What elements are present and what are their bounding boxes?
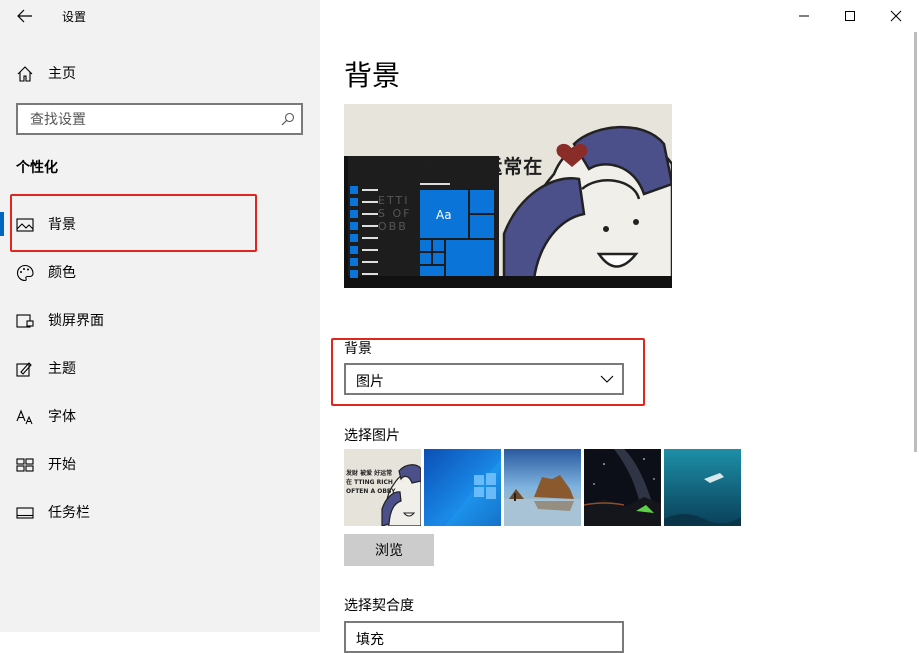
fit-dropdown[interactable]: 填充 bbox=[344, 621, 624, 653]
thumb-beach-rocks[interactable] bbox=[504, 449, 581, 526]
thumb-night-sky[interactable] bbox=[584, 449, 661, 526]
sidebar-item-label: 主题 bbox=[48, 361, 76, 377]
choose-picture-label: 选择图片 bbox=[344, 428, 400, 444]
preview-tile-text: Aa bbox=[436, 208, 452, 222]
home-icon bbox=[17, 66, 33, 82]
back-arrow-icon[interactable] bbox=[16, 7, 34, 25]
fit-dropdown-value: 填充 bbox=[356, 632, 384, 648]
preview-start-menu bbox=[350, 183, 494, 278]
font-icon bbox=[16, 409, 33, 425]
search-icon[interactable] bbox=[281, 112, 295, 126]
page-title: 背景 bbox=[344, 59, 401, 92]
preview-side-text: ETTI S OF OBB bbox=[378, 194, 412, 233]
sidebar-item-fonts[interactable]: 字体 bbox=[0, 396, 320, 436]
highlight-box-nav bbox=[10, 194, 257, 252]
thumb-windows-blue[interactable] bbox=[424, 449, 501, 526]
sidebar-item-lockscreen[interactable]: 锁屏界面 bbox=[0, 300, 320, 340]
sidebar-item-label: 颜色 bbox=[48, 265, 76, 281]
thumb-cartoon-text: 发财 被爱 好运常在 TTING RICH OFTEN A OBBY bbox=[346, 470, 396, 495]
sidebar-item-label: 锁屏界面 bbox=[48, 313, 104, 329]
sidebar-item-label: 开始 bbox=[48, 457, 76, 473]
sidebar-item-themes[interactable]: 主题 bbox=[0, 348, 320, 388]
search-box[interactable] bbox=[16, 103, 303, 135]
start-icon bbox=[16, 458, 34, 472]
thumb-windows-art bbox=[424, 449, 501, 526]
palette-icon bbox=[17, 264, 34, 282]
thumb-beach-art bbox=[504, 449, 581, 526]
brush-icon bbox=[16, 362, 32, 377]
taskbar-icon bbox=[16, 507, 34, 519]
fit-label: 选择契合度 bbox=[344, 598, 414, 614]
highlight-box-dropdown bbox=[331, 338, 645, 406]
section-title: 个性化 bbox=[16, 160, 58, 176]
app-title: 设置 bbox=[62, 10, 87, 24]
sidebar-item-taskbar[interactable]: 任务栏 bbox=[0, 492, 320, 532]
sidebar-item-colors[interactable]: 颜色 bbox=[0, 252, 320, 292]
thumb-night-art bbox=[584, 449, 661, 526]
desktop-preview: 发财 被爱 好运常在 Aa ETTI S OF OBB bbox=[344, 104, 672, 288]
close-icon[interactable] bbox=[873, 0, 919, 32]
sidebar-item-start[interactable]: 开始 bbox=[0, 444, 320, 484]
sidebar-home-label: 主页 bbox=[48, 66, 76, 82]
minimize-icon[interactable] bbox=[781, 0, 827, 32]
browse-button[interactable]: 浏览 bbox=[344, 534, 434, 566]
thumb-underwater-art bbox=[664, 449, 741, 526]
sidebar-item-label: 任务栏 bbox=[48, 505, 90, 521]
thumb-cartoon[interactable]: 发财 被爱 好运常在 TTING RICH OFTEN A OBBY bbox=[344, 449, 421, 526]
scrollbar[interactable] bbox=[914, 32, 917, 452]
sidebar: 设置 主页 个性化 背景 颜色 锁屏界面 bbox=[0, 0, 320, 632]
lockscreen-icon bbox=[16, 314, 34, 328]
maximize-icon[interactable] bbox=[827, 0, 873, 32]
sidebar-item-home[interactable]: 主页 bbox=[0, 53, 320, 93]
sidebar-item-label: 字体 bbox=[48, 409, 76, 425]
search-input[interactable] bbox=[28, 111, 272, 129]
thumb-underwater[interactable] bbox=[664, 449, 741, 526]
